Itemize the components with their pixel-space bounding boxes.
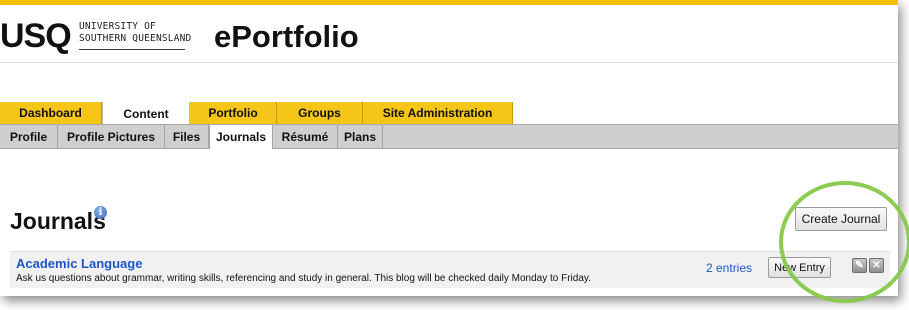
subtab-files[interactable]: Files (165, 125, 209, 148)
main-nav: Dashboard Content Portfolio Groups Site … (0, 102, 520, 125)
university-name-line2: SOUTHERN QUEENSLAND (79, 33, 192, 44)
app-window: USQ UNIVERSITY OF SOUTHERN QUEENSLAND eP… (0, 0, 898, 296)
masthead: USQ UNIVERSITY OF SOUTHERN QUEENSLAND eP… (0, 5, 898, 63)
usq-logo[interactable]: USQ (0, 19, 72, 53)
journal-title-link[interactable]: Academic Language (16, 256, 142, 271)
app-title: ePortfolio (214, 19, 359, 54)
page-title: Journals (10, 208, 106, 234)
info-icon[interactable]: i (94, 206, 107, 219)
tab-portfolio[interactable]: Portfolio (190, 102, 277, 124)
logo-underline (79, 49, 185, 50)
subtab-resume[interactable]: Résumé (273, 125, 338, 148)
sub-nav: Profile Profile Pictures Files Journals … (0, 124, 898, 149)
journal-entries-link[interactable]: 2 entries (706, 261, 752, 275)
subtab-plans[interactable]: Plans (338, 125, 383, 148)
university-name-line1: UNIVERSITY OF (79, 21, 156, 32)
highlight-circle-annotation (779, 181, 909, 303)
subtab-profile[interactable]: Profile (0, 125, 58, 148)
tab-site-administration[interactable]: Site Administration (363, 102, 513, 124)
journal-description: Ask us questions about grammar, writing … (16, 273, 591, 284)
subtab-profile-pictures[interactable]: Profile Pictures (58, 125, 165, 148)
tab-dashboard[interactable]: Dashboard (0, 102, 102, 124)
university-name: UNIVERSITY OF SOUTHERN QUEENSLAND (79, 21, 192, 50)
subtab-journals[interactable]: Journals (209, 125, 273, 149)
tab-groups[interactable]: Groups (277, 102, 363, 124)
journal-row: Academic Language Ask us questions about… (10, 251, 890, 288)
tab-content[interactable]: Content (102, 102, 190, 125)
